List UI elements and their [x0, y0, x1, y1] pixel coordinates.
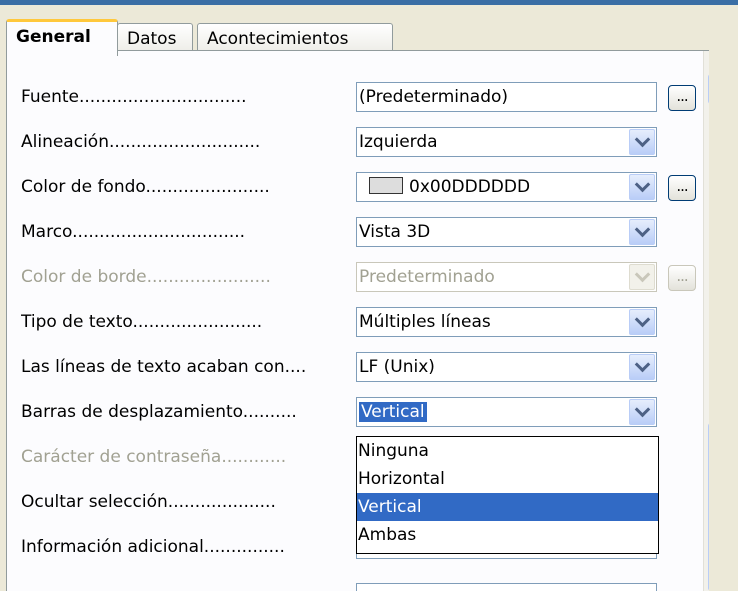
option-ninguna[interactable]: Ninguna	[357, 437, 658, 465]
row-marco: Marco................................ Vi…	[7, 212, 709, 252]
fuente-label: Fuente...............................	[21, 87, 247, 107]
barras-desplazamiento-value: Vertical	[359, 402, 427, 422]
color-borde-combo: Predeterminado	[356, 262, 657, 292]
marco-label: Marco................................	[21, 222, 246, 242]
scroll-up-button[interactable]	[708, 74, 709, 104]
chevron-down-icon	[634, 266, 650, 283]
tab-general-label: General	[16, 27, 91, 47]
barras-desplazamiento-dropdown-list: Ninguna Horizontal Vertical Ambas	[356, 436, 659, 554]
scrollbar-thumb[interactable]	[708, 423, 709, 591]
color-fondo-ellipsis-button[interactable]: ...	[668, 175, 696, 201]
alineacion-value: Izquierda	[359, 132, 438, 152]
lineas-texto-combo[interactable]: LF (Unix)	[356, 352, 657, 382]
caracter-contrasena-label: Carácter de contraseña............	[21, 447, 287, 467]
alineacion-combo[interactable]: Izquierda	[356, 127, 657, 157]
marco-value: Vista 3D	[359, 222, 431, 242]
chevron-down-icon	[634, 131, 650, 148]
row-color-fondo: Color de fondo....................... 0x…	[7, 167, 709, 207]
lineas-texto-dropdown-button[interactable]	[629, 354, 655, 380]
lineas-texto-value: LF (Unix)	[359, 357, 435, 377]
barras-desplazamiento-combo[interactable]: Vertical	[356, 397, 657, 427]
barras-desplazamiento-label: Barras de desplazamiento..........	[21, 402, 297, 422]
chevron-down-icon	[634, 401, 650, 418]
chevron-down-icon	[634, 176, 650, 193]
alineacion-dropdown-button[interactable]	[629, 129, 655, 155]
tipo-texto-label: Tipo de texto........................	[21, 312, 263, 332]
color-fondo-combo[interactable]: 0x00DDDDDD	[356, 172, 657, 202]
color-fondo-dropdown-button[interactable]	[629, 174, 655, 200]
tipo-texto-dropdown-button[interactable]	[629, 309, 655, 335]
marco-combo[interactable]: Vista 3D	[356, 217, 657, 247]
informacion-adicional-label: Información adicional...............	[21, 537, 285, 557]
chevron-down-icon	[634, 356, 650, 373]
tipo-texto-value: Múltiples líneas	[359, 312, 491, 332]
vertical-scrollbar[interactable]	[703, 51, 709, 591]
tab-acontecimientos-label: Acontecimientos	[207, 29, 349, 49]
color-borde-label: Color de borde.......................	[21, 267, 271, 287]
tab-datos-label: Datos	[127, 29, 177, 49]
row-fuente: Fuente............................... (P…	[7, 77, 709, 117]
row-tipo-texto: Tipo de texto........................ Mú…	[7, 302, 709, 342]
color-fondo-label: Color de fondo.......................	[21, 177, 270, 197]
option-horizontal[interactable]: Horizontal	[357, 465, 658, 493]
color-fondo-value: 0x00DDDDDD	[409, 177, 531, 197]
row-color-borde: Color de borde....................... Pr…	[7, 257, 709, 297]
color-borde-ellipsis-button: ...	[668, 265, 696, 291]
tab-general[interactable]: General	[6, 19, 118, 56]
chevron-down-icon	[634, 311, 650, 328]
row-lineas-texto: Las líneas de texto acaban con.... LF (U…	[7, 347, 709, 387]
barras-desplazamiento-dropdown-button[interactable]	[629, 399, 655, 425]
color-swatch-icon	[369, 177, 403, 194]
marco-dropdown-button[interactable]	[629, 219, 655, 245]
properties-panel: Fuente............................... (P…	[6, 50, 709, 591]
chevron-down-icon	[634, 221, 650, 238]
lineas-texto-label: Las líneas de texto acaban con....	[21, 357, 307, 377]
fuente-field[interactable]: (Predeterminado)	[356, 82, 657, 112]
alineacion-label: Alineación............................	[21, 132, 261, 152]
color-borde-value: Predeterminado	[359, 267, 495, 287]
fuente-value: (Predeterminado)	[359, 87, 509, 107]
tipo-texto-combo[interactable]: Múltiples líneas	[356, 307, 657, 337]
option-ambas[interactable]: Ambas	[357, 521, 658, 549]
row-alineacion: Alineación............................ I…	[7, 122, 709, 162]
ocultar-seleccion-label: Ocultar selección....................	[21, 492, 276, 512]
row-barras-desplazamiento: Barras de desplazamiento.......... Verti…	[7, 392, 709, 432]
option-vertical[interactable]: Vertical	[357, 493, 658, 521]
tab-strip: Datos Acontecimientos General	[0, 5, 738, 56]
fuente-ellipsis-button[interactable]: ...	[668, 85, 696, 111]
color-borde-dropdown-button	[629, 264, 655, 290]
